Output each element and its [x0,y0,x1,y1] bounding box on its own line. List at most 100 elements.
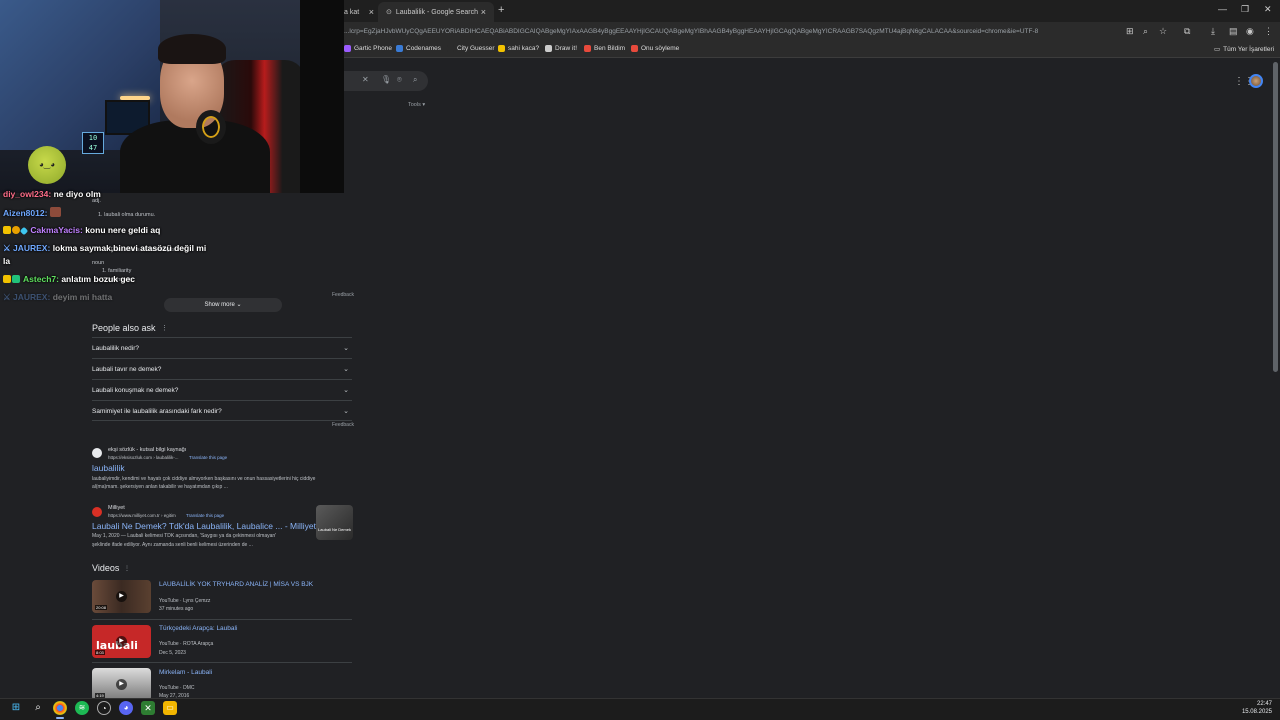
emote-icon [49,207,61,217]
chat-text: anlatım bozuk gec [61,274,136,284]
tab-close-icon[interactable]: × [369,7,374,17]
discord-icon[interactable]: ◕ [119,701,133,715]
bookmark-onu-soyleme[interactable]: Onu söyleme [631,45,679,52]
address-bar[interactable]: ...lcrp=EgZjaHJvbWUyCQgAEEUYORiABDIHCAEQ… [344,24,1114,39]
gem-badge-icon [19,226,29,236]
extensions-icon[interactable]: ⧉ [1184,26,1190,37]
more-options-icon[interactable]: ⋮ [161,324,168,332]
new-tab-button[interactable]: + [498,4,504,16]
show-more-label: Show more [204,302,235,308]
tab-previous[interactable]: a kat × [344,2,374,22]
bookmark-icon [584,45,591,52]
paa-question[interactable]: Laubalilik nedir? ⌄ [92,337,352,358]
chat-text: konu nere geldi aq [85,225,161,235]
paa-question[interactable]: Laubali tavır ne demek? ⌄ [92,358,352,379]
video-title-link[interactable]: Türkçedeki Arapça: Laubali [159,625,237,632]
voice-search-icon[interactable]: 🎙 [381,75,391,84]
video-thumbnail[interactable]: laubali ▶ 8:03 [92,625,151,658]
bookmark-city-guesser[interactable]: City Guesser [447,45,495,52]
bookmark-star-icon[interactable]: ☆ [1159,26,1167,37]
chat-message: Aizen8012: [3,207,62,218]
windows-start-icon[interactable]: ⊞ [9,701,23,715]
translate-link[interactable]: Translate this page [189,455,227,460]
avatar[interactable] [1249,74,1263,88]
paa-question[interactable]: Laubali konuşmak ne demek? ⌄ [92,379,352,400]
restore-button[interactable]: ❐ [1241,4,1249,15]
feedback-link[interactable]: Feedback [332,292,354,298]
result-title-link[interactable]: laubalilik [92,463,125,473]
play-icon: ▶ [116,591,127,602]
bookmark-codenames[interactable]: Codenames [396,45,441,52]
bookmark-draw-it[interactable]: Draw it! [545,45,577,52]
video-date: Dec 5, 2023 [159,650,186,656]
close-window-button[interactable]: ✕ [1264,4,1272,15]
chat-username: JAUREX: [13,243,51,253]
webcam-dark-area [300,0,344,193]
bookmark-icon [498,45,505,52]
desk-clock-hours: 10 [88,134,98,142]
more-options-icon[interactable]: ⋮ [124,565,130,572]
paa-question[interactable]: Samimiyet ile laubalilik arasındaki fark… [92,400,352,421]
obs-icon[interactable]: ◔ [97,701,111,715]
bookmark-icon [631,45,638,52]
clear-search-icon[interactable]: ✕ [362,75,369,84]
page-scrollbar[interactable] [1273,62,1278,372]
download-icon[interactable]: ⤓ [1211,26,1215,37]
bookmark-gartic-phone[interactable]: Gartic Phone [344,45,392,52]
desk-clock-minutes: 47 [88,144,98,152]
file-explorer-icon[interactable]: ▭ [163,701,177,715]
result-url[interactable]: https://eksisozluk.com › laubalilik-... [108,455,179,460]
translate-icon[interactable]: ⊞ [1126,26,1134,37]
thumbnail-text: Laubali Ne Demek [318,527,351,532]
profile-icon[interactable]: ◉ [1246,26,1254,37]
paa-question-label: Samimiyet ile laubalilik arasındaki fark… [92,408,222,415]
videos-title: Videos [92,563,120,573]
chat-username: Aizen8012: [3,208,48,218]
spotify-icon[interactable]: ≋ [75,701,89,715]
lens-search-icon[interactable]: ⌾ [397,75,402,85]
video-date: 37 minutes ago [159,606,194,612]
feedback-link[interactable]: Feedback [332,422,354,428]
video-title-link[interactable]: LAUBALİLİK YOK TRYHARD ANALİZ | MİSA VS … [159,581,313,588]
result-title-link[interactable]: Laubali Ne Demek? Tdk'da Laubalilik, Lau… [92,521,316,531]
chevron-down-icon: ⌄ [236,302,242,308]
chat-text: deyim mi hatta [52,292,113,302]
chat-message: Astech7: anlatım bozuk gec [3,274,135,284]
chrome-icon[interactable] [53,701,67,715]
google-favicon-icon: ⊙ [386,9,392,16]
result-thumbnail[interactable]: Laubali Ne Demek [316,505,353,540]
video-thumbnail[interactable]: ▶ 4:19 [92,668,151,701]
milliyet-favicon-icon [92,507,102,517]
result-url[interactable]: https://www.milliyet.com.tr › egitim [108,513,176,518]
search-icon[interactable]: ⌕ [31,701,45,715]
chevron-down-icon: ⌄ [343,408,349,415]
zoom-icon[interactable]: ⌕ [1143,26,1148,37]
video-title-link[interactable]: Mirkelam - Laubali [159,669,212,676]
xbox-icon[interactable]: ✕ [141,701,155,715]
clock-time: 22:47 [1256,701,1272,707]
streamer-body [120,120,270,193]
translate-link[interactable]: Translate this page [186,513,224,518]
video-thumbnail[interactable]: ▶ 20:08 [92,580,151,613]
definition-pos-noun: noun [92,260,105,266]
menu-icon[interactable]: ⋮ [1264,26,1273,37]
bookmark-sahi-kaca[interactable]: sahi kaca? [498,45,539,52]
video-source: YouTube · ROTA Arapça [159,641,214,647]
search-icon[interactable]: ⌕ [413,75,417,85]
bookmark-label: Draw it! [555,45,578,52]
bookmark-ben-bildim[interactable]: Ben Bildim [584,45,625,52]
tools-button[interactable]: Tools ▾ [408,102,425,108]
chat-username: CakmaYacis: [30,225,83,235]
all-bookmarks[interactable]: ▭ Tüm Yer İşaretleri [1214,45,1274,54]
tab-google-search[interactable]: ⊙ Laubalilik - Google Search × [378,2,494,22]
eksi-favicon-icon [92,448,102,458]
bookmark-label: sahi kaca? [508,45,540,52]
tab-close-icon[interactable]: × [481,7,486,17]
show-more-button[interactable]: Show more ⌄ [164,298,282,312]
system-clock[interactable]: 22:47 15.08.2025 [1236,700,1272,716]
chat-message: CakmaYacis: konu nere geldi aq [3,225,161,236]
bookmark-icon [545,45,552,52]
minimize-button[interactable]: — [1218,4,1227,14]
chat-message: ⚔ JAUREX: deyim mi hatta [3,292,112,303]
sidebar-icon[interactable]: ▤ [1229,26,1238,37]
